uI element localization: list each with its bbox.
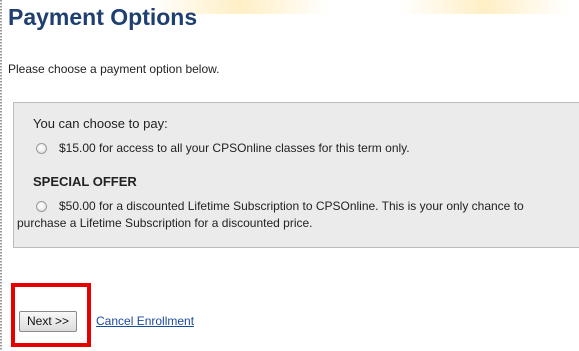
- special-offer-heading: SPECIAL OFFER: [33, 174, 137, 189]
- page-title: Payment Options: [8, 4, 198, 30]
- next-button[interactable]: Next >>: [19, 311, 77, 332]
- choose-text: You can choose to pay:: [33, 116, 168, 131]
- option-50-label[interactable]: $50.00 for a discounted Lifetime Subscri…: [17, 198, 572, 232]
- intro-text: Please choose a payment option below.: [8, 62, 220, 76]
- decorative-banner: [400, 0, 570, 14]
- cancel-enrollment-link[interactable]: Cancel Enrollment: [96, 314, 194, 328]
- payment-options-panel: You can choose to pay: $15.00 for access…: [13, 102, 579, 248]
- option-15-radio[interactable]: [36, 143, 47, 154]
- option-15-label[interactable]: $15.00 for access to all your CPSOnline …: [59, 141, 410, 155]
- page-border: [0, 0, 2, 351]
